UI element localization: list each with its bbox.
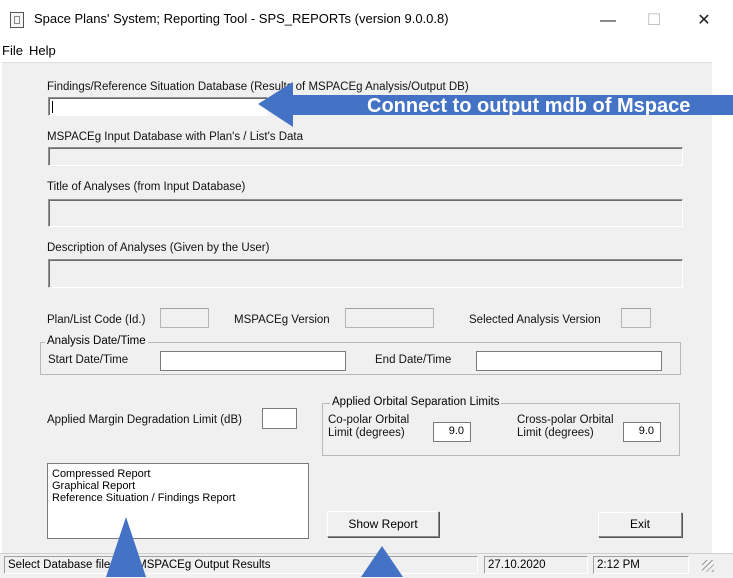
arrow-to-report-list	[106, 517, 146, 577]
arrow-to-show-report	[361, 546, 403, 577]
annotation-callout-text: Connect to output mdb of Mspace	[367, 95, 691, 117]
annotation-overlay	[106, 82, 733, 577]
